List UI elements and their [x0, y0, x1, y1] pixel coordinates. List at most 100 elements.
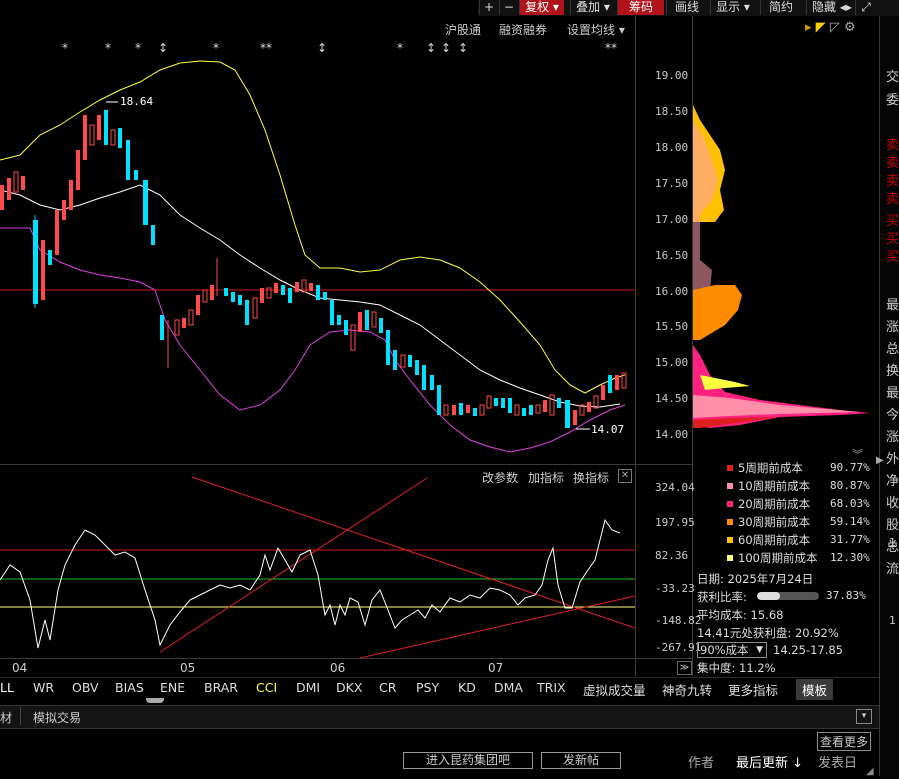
chip-date: 日期: 2025年7月24日 [697, 572, 814, 586]
legend-value: 12.30% [830, 551, 870, 564]
sort-post-date[interactable]: 发表日 [818, 752, 857, 771]
indicator-axis-label: 324.04 [655, 481, 695, 494]
simple-button[interactable]: 简约 [760, 0, 801, 15]
tab-wr[interactable]: WR [33, 680, 54, 695]
tab-magic-nine[interactable]: 神奇九转 [662, 680, 712, 699]
right-edge-char: 最 [886, 386, 899, 401]
right-edge-char: 买 [886, 232, 899, 247]
tab-psy[interactable]: PSY [416, 680, 439, 695]
price-axis-label: 18.50 [655, 105, 689, 118]
chip-yellow-lower [700, 375, 750, 390]
gear-icon[interactable]: ⚙ [844, 20, 856, 35]
overlay-button[interactable]: 叠加 ▾ [570, 0, 615, 15]
display-button[interactable]: 显示 ▾ [710, 0, 755, 15]
right-edge-char: 卖 [886, 174, 899, 189]
legend-value: 31.77% [830, 533, 870, 546]
flag-outline-icon[interactable]: ◸ [830, 20, 840, 35]
overlay-label: 叠加 [576, 0, 601, 14]
tab-brar[interactable]: BRAR [204, 680, 238, 695]
zoom-out-button[interactable]: − [499, 0, 518, 15]
right-edge-char: 净 [886, 474, 899, 489]
legend-swatch [727, 537, 733, 543]
fullscreen-icon[interactable]: ⤢ [855, 0, 876, 15]
price-axis-label: 17.00 [655, 213, 689, 226]
expand-chips-icon[interactable]: ︾ [852, 446, 863, 462]
sort-author[interactable]: 作者 [688, 752, 714, 771]
new-post-button[interactable]: 发新帖 [541, 752, 621, 769]
restore-rights-button[interactable]: 复权 ▾ [519, 0, 564, 15]
sort-last-update[interactable]: 最后更新 ↓ [736, 752, 803, 771]
enter-forum-button[interactable]: 进入昆药集团吧 [403, 752, 533, 769]
panel-toggle-icon[interactable]: ▶ [876, 455, 884, 466]
price-axis-label: 14.50 [655, 392, 689, 405]
right-edge-char: 股 [886, 518, 899, 533]
legend-swatch [727, 519, 733, 525]
legend-value: 68.03% [830, 497, 870, 510]
tab-template[interactable]: 模板 [796, 679, 834, 700]
legend-value: 59.14% [830, 515, 870, 528]
hide-button[interactable]: 隐藏 ◂▸ [806, 0, 857, 15]
legend-swatch [727, 555, 733, 561]
candlestick-chart[interactable] [0, 16, 635, 464]
tab-kd[interactable]: KD [458, 680, 476, 695]
draw-line-button[interactable]: 画线 [666, 0, 707, 15]
legend-label: 100周期前成本 [738, 551, 818, 565]
profit-ratio-value: 37.83% [826, 589, 866, 602]
bottom-tab-material[interactable]: 材 [0, 709, 12, 726]
tab-dmi[interactable]: DMI [296, 680, 320, 695]
display-label: 显示 [716, 0, 741, 14]
tab-trix[interactable]: TRIX [537, 680, 566, 695]
arrow-icon[interactable]: ▸ [805, 20, 812, 35]
minimize-panel-icon[interactable]: ▾ [856, 709, 872, 724]
tab-dma[interactable]: DMA [494, 680, 523, 695]
cost-percent-select[interactable]: 90%成本 ▼ [697, 642, 767, 658]
cost-legend-item: 60周期前成本 [727, 532, 810, 548]
right-edge-char: 换 [886, 364, 899, 379]
scroll-right-icon[interactable]: ≫ [677, 661, 692, 675]
right-edge-char: 买 [886, 214, 899, 229]
cci-indicator-chart[interactable] [0, 465, 635, 658]
price-axis-label: 17.50 [655, 177, 689, 190]
right-edge-char: 流 [886, 562, 899, 577]
tab-ene[interactable]: ENE [160, 680, 185, 695]
collapse-handle-icon[interactable] [146, 698, 164, 703]
tab-virtual-volume[interactable]: 虚拟成交量 [583, 680, 646, 699]
trend-line [159, 477, 428, 653]
legend-value: 90.77% [830, 461, 870, 474]
right-edge-char: 总 [886, 342, 899, 357]
legend-swatch [727, 465, 733, 471]
chips-button[interactable]: 筹码 [617, 0, 664, 15]
indicator-axis-label: 82.36 [655, 549, 689, 562]
hide-label: 隐藏 [812, 0, 837, 14]
price-axis-label: 19.00 [655, 69, 689, 82]
month-label: 05 [180, 661, 196, 675]
right-edge-char: 外 [886, 452, 899, 467]
chip-distribution[interactable] [692, 90, 879, 440]
bottom-tab-simulated-trading[interactable]: 模拟交易 [33, 709, 81, 726]
average-cost: 平均成本: 15.68 [697, 608, 784, 622]
right-edge-char: 最 [886, 298, 899, 313]
indicator-axis-label: -33.23 [655, 582, 695, 595]
tab-cr[interactable]: CR [379, 680, 396, 695]
price-axis-label: 16.00 [655, 285, 689, 298]
tab-more-indicators[interactable]: 更多指标 [728, 680, 778, 699]
tab-cci[interactable]: CCI [256, 680, 277, 695]
zoom-in-button[interactable]: + [479, 0, 498, 15]
resize-grip-icon[interactable]: ◢ [866, 766, 874, 777]
profit-ratio-bar [757, 592, 819, 600]
legend-label: 10周期前成本 [738, 479, 811, 493]
tab-bias[interactable]: BIAS [115, 680, 144, 695]
tab-ll[interactable]: LL [0, 680, 14, 695]
tab-dkx[interactable]: DKX [336, 680, 362, 695]
chevron-down-icon: ▼ [756, 645, 763, 655]
tab-obv[interactable]: OBV [72, 680, 99, 695]
month-label: 06 [330, 661, 346, 675]
legend-label: 60周期前成本 [738, 533, 811, 547]
trend-line [191, 476, 635, 629]
flag-icon[interactable]: ◤ [816, 20, 826, 35]
right-edge-char: 交 [886, 70, 899, 85]
cost-select-value: 90%成本 [700, 643, 749, 657]
low-price-label: 14.07 [591, 423, 625, 436]
see-more-button[interactable]: 查看更多 [817, 732, 872, 751]
indicator-bottom-line [0, 658, 692, 659]
